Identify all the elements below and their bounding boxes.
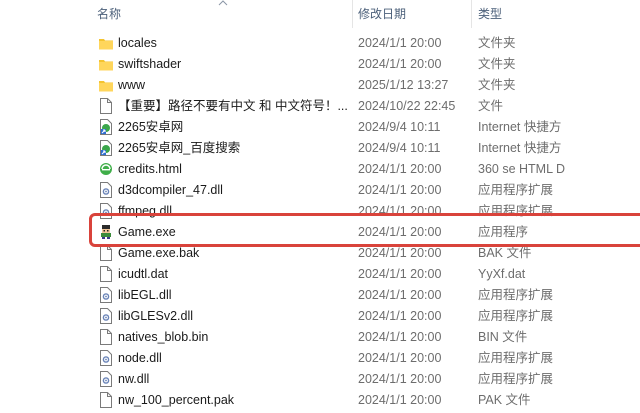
file-row[interactable]: natives_blob.bin 2024/1/1 20:00 BIN 文件 (0, 327, 640, 348)
file-modified-date: 2024/1/1 20:00 (358, 330, 442, 344)
file-row[interactable]: libGLESv2.dll 2024/1/1 20:00 应用程序扩展 (0, 306, 640, 327)
file-name: locales (118, 36, 157, 50)
file-row[interactable]: 2265安卓网_百度搜索 2024/9/4 10:11 Internet 快捷方 (0, 138, 640, 159)
file-modified-date: 2024/1/1 20:00 (358, 372, 442, 386)
file-modified-date: 2025/1/12 13:27 (358, 78, 449, 92)
file-row[interactable]: 【重要】路径不要有中文 和 中文符号！... 2024/10/22 22:45 文件 (0, 96, 640, 117)
file-name: ffmpeg.dll (118, 204, 172, 218)
column-header-date[interactable]: 修改日期 (358, 0, 406, 28)
file-type: 应用程序扩展 (478, 351, 554, 365)
file-row[interactable]: nw.dll 2024/1/1 20:00 应用程序扩展 (0, 369, 640, 390)
internet-shortcut-icon (99, 119, 113, 135)
file-name: icudtl.dat (118, 267, 169, 281)
file-name: d3dcompiler_47.dll (118, 183, 223, 197)
blank-file-icon (99, 98, 113, 114)
file-type: 360 se HTML D (478, 162, 566, 176)
file-modified-date: 2024/1/1 20:00 (358, 36, 442, 50)
file-modified-date: 2024/1/1 20:00 (358, 57, 442, 71)
file-row[interactable]: nw_100_percent.pak 2024/1/1 20:00 PAK 文件 (0, 390, 640, 411)
file-row[interactable]: locales 2024/1/1 20:00 文件夹 (0, 33, 640, 54)
file-row[interactable]: www 2025/1/12 13:27 文件夹 (0, 75, 640, 96)
column-header-name[interactable]: 名称 (97, 0, 121, 28)
folder-icon (99, 56, 113, 72)
file-type: 文件夹 (478, 78, 516, 92)
file-type: BIN 文件 (478, 330, 528, 344)
file-modified-date: 2024/1/1 20:00 (358, 393, 442, 407)
file-type: Internet 快捷方 (478, 141, 562, 155)
file-name: swiftshader (118, 57, 182, 71)
column-divider[interactable] (471, 0, 472, 28)
file-type: 应用程序 (478, 225, 529, 239)
file-name: node.dll (118, 351, 162, 365)
file-row[interactable]: d3dcompiler_47.dll 2024/1/1 20:00 应用程序扩展 (0, 180, 640, 201)
folder-icon (99, 35, 113, 51)
file-name: 【重要】路径不要有中文 和 中文符号！... (118, 99, 348, 113)
file-name: libGLESv2.dll (118, 309, 194, 323)
file-type: 应用程序扩展 (478, 372, 554, 386)
column-divider[interactable] (352, 0, 353, 28)
dll-file-icon (99, 287, 113, 303)
column-header-type[interactable]: 类型 (478, 0, 502, 28)
blank-file-icon (99, 329, 113, 345)
file-modified-date: 2024/10/22 22:45 (358, 99, 456, 113)
file-type: 应用程序扩展 (478, 204, 554, 218)
file-modified-date: 2024/1/1 20:00 (358, 267, 442, 281)
file-modified-date: 2024/9/4 10:11 (358, 120, 441, 134)
file-name: natives_blob.bin (118, 330, 209, 344)
file-name: 2265安卓网_百度搜索 (118, 141, 241, 155)
file-type: BAK 文件 (478, 246, 532, 260)
file-row[interactable]: swiftshader 2024/1/1 20:00 文件夹 (0, 54, 640, 75)
file-modified-date: 2024/1/1 20:00 (358, 309, 442, 323)
file-modified-date: 2024/1/1 20:00 (358, 183, 442, 197)
html-file-icon (99, 161, 113, 177)
file-modified-date: 2024/1/1 20:00 (358, 204, 442, 218)
folder-icon (99, 77, 113, 93)
file-name: nw_100_percent.pak (118, 393, 235, 407)
file-row[interactable]: ffmpeg.dll 2024/1/1 20:00 应用程序扩展 (0, 201, 640, 222)
file-type: 文件夹 (478, 36, 516, 50)
dll-file-icon (99, 182, 113, 198)
blank-file-icon (99, 392, 113, 408)
file-row[interactable]: icudtl.dat 2024/1/1 20:00 YyXf.dat (0, 264, 640, 285)
file-type: 文件夹 (478, 57, 516, 71)
file-name: Game.exe.bak (118, 246, 200, 260)
file-row[interactable]: Game.exe.bak 2024/1/1 20:00 BAK 文件 (0, 243, 640, 264)
file-type: 应用程序扩展 (478, 183, 554, 197)
file-modified-date: 2024/1/1 20:00 (358, 351, 442, 365)
file-modified-date: 2024/1/1 20:00 (358, 162, 442, 176)
file-row[interactable]: libEGL.dll 2024/1/1 20:00 应用程序扩展 (0, 285, 640, 306)
file-type: 应用程序扩展 (478, 288, 554, 302)
file-type: 文件 (478, 99, 504, 113)
file-name: 2265安卓网 (118, 120, 184, 134)
file-row[interactable]: Game.exe 2024/1/1 20:00 应用程序 (0, 222, 640, 243)
file-name: Game.exe (118, 225, 176, 239)
dll-file-icon (99, 308, 113, 324)
file-modified-date: 2024/1/1 20:00 (358, 225, 442, 239)
file-type: YyXf.dat (478, 267, 526, 281)
blank-file-icon (99, 266, 113, 282)
file-row[interactable]: credits.html 2024/1/1 20:00 360 se HTML D (0, 159, 640, 180)
file-type: PAK 文件 (478, 393, 531, 407)
file-name: libEGL.dll (118, 288, 172, 302)
file-type: 应用程序扩展 (478, 309, 554, 323)
dll-file-icon (99, 350, 113, 366)
file-type: Internet 快捷方 (478, 120, 562, 134)
dll-file-icon (99, 371, 113, 387)
file-name: credits.html (118, 162, 182, 176)
internet-shortcut-icon (99, 140, 113, 156)
game-exe-icon (99, 224, 113, 240)
file-modified-date: 2024/1/1 20:00 (358, 288, 442, 302)
file-list: locales 2024/1/1 20:00 文件夹 swiftshader 2024/… (0, 33, 640, 411)
column-header: 名称 修改日期 类型 (0, 0, 640, 28)
file-name: www (118, 78, 146, 92)
sort-ascending-icon (218, 0, 228, 6)
file-modified-date: 2024/9/4 10:11 (358, 141, 441, 155)
file-row[interactable]: 2265安卓网 2024/9/4 10:11 Internet 快捷方 (0, 117, 640, 138)
file-row[interactable]: node.dll 2024/1/1 20:00 应用程序扩展 (0, 348, 640, 369)
blank-file-icon (99, 245, 113, 261)
file-modified-date: 2024/1/1 20:00 (358, 246, 442, 260)
file-name: nw.dll (118, 372, 150, 386)
dll-file-icon (99, 203, 113, 219)
